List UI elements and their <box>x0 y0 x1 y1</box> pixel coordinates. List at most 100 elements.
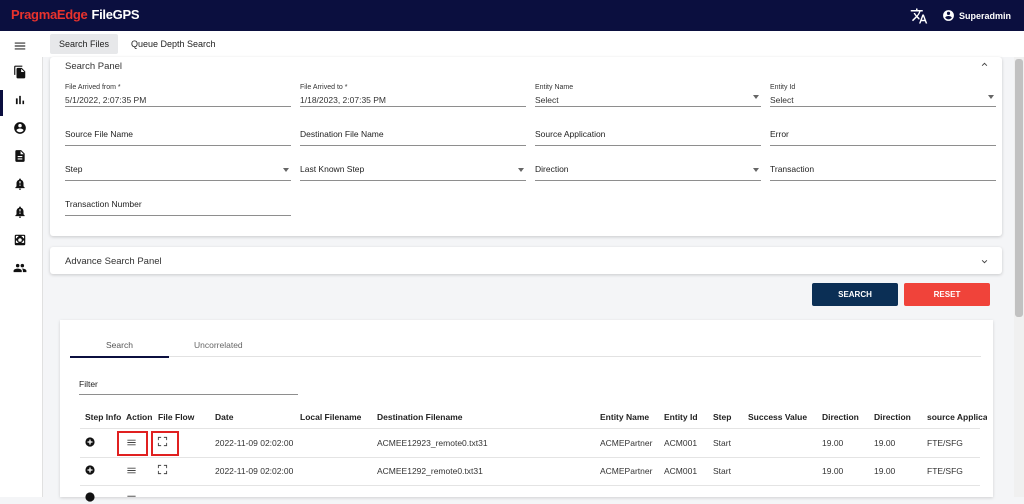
group-icon[interactable] <box>13 261 27 275</box>
source-application-placeholder: Source Application <box>535 129 606 139</box>
column-header[interactable]: File Flow <box>158 412 194 422</box>
user-menu[interactable]: Superadmin <box>942 9 1011 22</box>
action-menu-icon[interactable] <box>126 493 137 504</box>
alert-bell-2-icon[interactable] <box>13 205 27 219</box>
entity-id-value: Select <box>770 95 794 105</box>
table-cell-source: FTE/SFG <box>927 438 963 448</box>
entity-name-select[interactable]: Entity Name Select <box>535 84 761 107</box>
brand-name: PragmaEdge <box>11 7 88 22</box>
action-menu-icon[interactable] <box>126 465 137 476</box>
column-header[interactable]: source Applica <box>927 412 987 422</box>
table-cell-direction: 19.00 <box>874 466 896 476</box>
alert-bell-icon[interactable] <box>13 177 27 191</box>
direction-select[interactable]: Direction <box>535 158 761 181</box>
files-icon[interactable] <box>13 65 27 79</box>
table-cell-step: Start <box>713 466 731 476</box>
error-placeholder: Error <box>770 129 789 139</box>
header-divider <box>80 428 980 429</box>
table-cell-direction: 19.00 <box>822 438 844 448</box>
product-name: FileGPS <box>91 7 140 22</box>
transaction-number-placeholder: Transaction Number <box>65 199 142 209</box>
tab-uncorrelated[interactable]: Uncorrelated <box>194 340 243 350</box>
account-circle-icon[interactable] <box>13 121 27 135</box>
document-icon[interactable] <box>13 149 27 163</box>
table-cell-entity-name: ACMEPartner <box>600 438 653 448</box>
bar-chart-icon[interactable] <box>13 93 27 107</box>
table-cell-date: 2022-11-09 02:02:00 <box>215 466 294 476</box>
column-header[interactable]: Action <box>126 412 152 422</box>
user-name: Superadmin <box>959 10 1012 21</box>
file-flow-expand-icon[interactable] <box>157 464 168 475</box>
column-header[interactable]: Step Info <box>85 412 121 422</box>
dropdown-caret-icon <box>753 95 759 99</box>
column-header[interactable]: Success Value <box>748 412 807 422</box>
results-tab-indicator <box>70 356 169 358</box>
translate-icon[interactable] <box>910 7 928 25</box>
file-flow-highlight-box <box>151 431 179 456</box>
tab-search-results[interactable]: Search <box>106 340 133 350</box>
file-arrived-from-field[interactable]: File Arrived from * 5/1/2022, 2:07:35 PM <box>65 84 291 107</box>
file-arrived-to-value: 1/18/2023, 2:07:35 PM <box>300 95 387 105</box>
menu-icon[interactable] <box>13 39 27 53</box>
source-file-name-field[interactable]: Source File Name <box>65 123 291 146</box>
tab-search-files[interactable]: Search Files <box>50 34 119 54</box>
reset-button[interactable]: RESET <box>904 283 990 306</box>
advance-search-panel[interactable]: Advance Search Panel <box>50 247 1002 274</box>
column-header[interactable]: Local Filename <box>300 412 361 422</box>
table-cell-destination: ACMEE12923_remote0.txt31 <box>377 438 488 448</box>
advance-search-panel-title: Advance Search Panel <box>65 256 162 267</box>
last-known-step-select[interactable]: Last Known Step <box>300 158 526 181</box>
table-cell-destination: ACMEE1292_remote0.txt31 <box>377 466 483 476</box>
error-field[interactable]: Error <box>770 123 996 146</box>
destination-file-name-field[interactable]: Destination File Name <box>300 123 526 146</box>
column-header[interactable]: Date <box>215 412 233 422</box>
brand-logo[interactable]: PragmaEdge FileGPS <box>11 7 140 22</box>
transaction-number-field[interactable]: Transaction Number <box>65 193 291 216</box>
file-arrived-from-value: 5/1/2022, 2:07:35 PM <box>65 95 147 105</box>
search-panel-title: Search Panel <box>65 61 123 72</box>
add-circle-icon[interactable] <box>85 492 95 502</box>
search-button[interactable]: SEARCH <box>812 283 898 306</box>
column-header[interactable]: Step <box>713 412 731 422</box>
entity-id-select[interactable]: Entity Id Select <box>770 84 996 107</box>
direction-placeholder: Direction <box>535 164 569 174</box>
filter-placeholder: Filter <box>79 379 98 389</box>
file-arrived-to-label: File Arrived to * <box>300 84 348 91</box>
column-header[interactable]: Direction <box>874 412 911 422</box>
results-card: Search Uncorrelated Filter Step Info Act… <box>60 320 993 502</box>
add-circle-icon[interactable] <box>85 465 95 475</box>
step-placeholder: Step <box>65 164 83 174</box>
table-cell-direction: 19.00 <box>822 466 844 476</box>
results-tab-divider <box>70 356 981 357</box>
entity-name-label: Entity Name <box>535 84 574 91</box>
page-tabs: Search Files Queue Depth Search <box>42 31 1024 57</box>
row-divider <box>80 457 980 458</box>
add-circle-icon[interactable] <box>85 437 95 447</box>
dropdown-caret-icon <box>753 168 759 172</box>
column-header[interactable]: Destination Filename <box>377 412 463 422</box>
entity-name-value: Select <box>535 95 559 105</box>
tab-queue-depth-search[interactable]: Queue Depth Search <box>122 34 225 54</box>
column-header[interactable]: Direction <box>822 412 859 422</box>
column-header[interactable]: Entity Name <box>600 412 649 422</box>
center-focus-icon[interactable] <box>13 233 27 247</box>
table-cell-entity-id: ACM001 <box>664 438 698 448</box>
filter-input[interactable]: Filter <box>79 376 298 395</box>
source-application-field[interactable]: Source Application <box>535 123 761 146</box>
row-divider <box>80 485 980 486</box>
account-icon <box>943 10 954 21</box>
table-cell-date: 2022-11-09 02:02:00 <box>215 438 294 448</box>
scrollbar-thumb[interactable] <box>1015 59 1023 317</box>
sidebar <box>0 31 43 497</box>
top-bar: PragmaEdge FileGPS Superadmin <box>0 0 1024 31</box>
transaction-placeholder: Transaction <box>770 164 815 174</box>
chevron-down-icon[interactable] <box>979 256 990 267</box>
dropdown-caret-icon <box>988 95 994 99</box>
destination-file-name-placeholder: Destination File Name <box>300 129 384 139</box>
step-select[interactable]: Step <box>65 158 291 181</box>
chevron-up-icon[interactable] <box>979 59 990 70</box>
column-header[interactable]: Entity Id <box>664 412 698 422</box>
file-arrived-to-field[interactable]: File Arrived to * 1/18/2023, 2:07:35 PM <box>300 84 526 107</box>
table-cell-direction: 19.00 <box>874 438 896 448</box>
transaction-field[interactable]: Transaction <box>770 158 996 181</box>
